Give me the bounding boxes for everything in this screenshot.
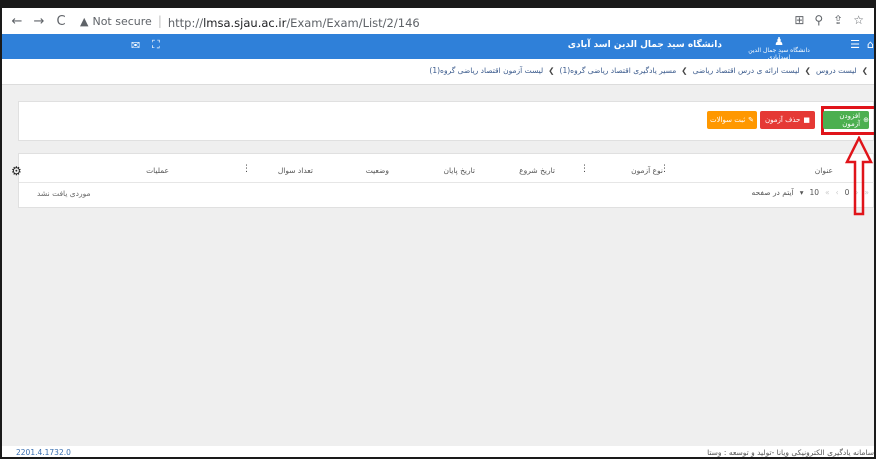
delete-exam-button[interactable]: ■ حذف آزمون: [760, 111, 815, 129]
breadcrumb-item-current[interactable]: لیست آزمون اقتصاد ریاضی گروه(1): [429, 66, 543, 78]
breadcrumb-item[interactable]: مسیر یادگیری اقتصاد ریاضی گروه(1): [560, 66, 677, 78]
plus-circle-icon: ⊕: [863, 116, 869, 124]
breadcrumb: ❯ لیست دروس ❯ لیست ارائه ی درس اقتصاد ری…: [429, 66, 870, 78]
screenshot-frame: ← → C ▲ Not secure | http://lmsa.sjau.ac…: [0, 0, 876, 459]
share-icon[interactable]: ⇪: [833, 13, 843, 27]
logo-emblem-icon: ♟: [774, 35, 784, 48]
bookmark-star-icon[interactable]: ☆: [853, 13, 864, 27]
menu-icon[interactable]: ☰: [850, 38, 860, 51]
exam-table: ⚙ عنوان ⋮ نوع آزمون ⋮ تاریخ شروع تاریخ پ…: [11, 153, 874, 208]
url-separator: |: [157, 14, 162, 28]
app-header: ✉ ⛶ دانشگاه سید جمال الدین اسد آبادی ♟ د…: [2, 34, 874, 61]
main-content: ⊕ افزودن آزمون ■ حذف آزمون ✎ ثبت سوالات …: [2, 85, 874, 446]
footer: 2201.4.1732.0 سامانه یادگیری الکترونیکی …: [2, 446, 874, 457]
per-page-label: آیتم در صفحه: [751, 188, 794, 197]
prev-page-icon[interactable]: ‹: [836, 188, 839, 197]
breadcrumb-item[interactable]: لیست دروس: [816, 66, 857, 78]
chevron-left-icon: ❯: [681, 66, 688, 75]
university-name: دانشگاه سید جمال الدین اسد آبادی: [567, 40, 722, 50]
translate-icon[interactable]: ⊞: [794, 13, 804, 27]
column-header-end-date[interactable]: تاریخ پایان: [443, 166, 475, 175]
delete-exam-label: حذف آزمون: [765, 116, 801, 124]
page-size-select[interactable]: 10: [809, 188, 819, 197]
column-header-operations: عملیات: [146, 166, 169, 175]
breadcrumb-item[interactable]: لیست ارائه ی درس اقتصاد ریاضی: [693, 66, 800, 78]
home-icon[interactable]: ⌂: [867, 38, 874, 51]
column-header-question-count[interactable]: تعداد سوال: [278, 166, 313, 175]
footer-credit: سامانه یادگیری الکترونیکی ویانا -تولید و…: [707, 448, 874, 457]
kebab-menu-icon[interactable]: ⋮: [242, 164, 251, 174]
chevron-down-icon[interactable]: ▾: [800, 188, 804, 197]
url-path: /Exam/Exam/List/2/146: [286, 15, 420, 30]
fullscreen-icon[interactable]: ⛶: [152, 38, 160, 52]
gear-icon[interactable]: ⚙: [11, 164, 22, 178]
back-button[interactable]: ←: [10, 14, 24, 29]
add-exam-button[interactable]: ⊕ افزودن آزمون: [823, 111, 869, 129]
zoom-icon[interactable]: ⚲: [814, 13, 823, 27]
browser-toolbar: ← → C ▲ Not secure | http://lmsa.sjau.ac…: [2, 8, 874, 34]
register-questions-label: ثبت سوالات: [709, 116, 746, 124]
mail-icon[interactable]: ✉: [131, 39, 140, 52]
header-row-divider: [19, 182, 874, 183]
browser-actions: ⊞ ⚲ ⇪ ☆: [794, 13, 864, 27]
column-header-title[interactable]: عنوان: [815, 166, 833, 175]
empty-state-text: موردی یافت نشد: [37, 189, 91, 198]
security-indicator[interactable]: ▲ Not secure: [80, 15, 152, 28]
warning-icon: ▲: [80, 14, 89, 28]
column-header-exam-type[interactable]: نوع آزمون: [631, 166, 663, 175]
first-page-icon[interactable]: «: [825, 188, 830, 197]
security-label: Not secure: [92, 14, 152, 28]
add-exam-label: افزودن آزمون: [839, 112, 861, 128]
chevron-left-icon: ❯: [548, 66, 555, 75]
kebab-menu-icon[interactable]: ⋮: [580, 164, 589, 174]
column-header-start-date[interactable]: تاریخ شروع: [519, 166, 555, 175]
logo-text: دانشگاه سید جمال الدین اسدآبادی: [748, 47, 810, 61]
address-bar[interactable]: http://lmsa.sjau.ac.ir/Exam/Exam/List/2/…: [168, 12, 420, 31]
university-logo: ♟ دانشگاه سید جمال الدین اسدآبادی: [744, 35, 814, 61]
forward-button[interactable]: →: [32, 14, 46, 29]
reload-button[interactable]: C: [54, 14, 68, 29]
action-toolbar: ⊕ افزودن آزمون ■ حذف آزمون ✎ ثبت سوالات: [18, 101, 874, 141]
url-host: lmsa.sjau.ac.ir: [203, 15, 287, 30]
url-protocol: http://: [167, 15, 204, 30]
trash-icon: ■: [803, 116, 810, 124]
register-questions-button[interactable]: ✎ ثبت سوالات: [707, 111, 757, 129]
annotation-arrow-icon: [844, 136, 874, 216]
edit-icon: ✎: [748, 116, 755, 124]
chevron-left-icon: ❯: [804, 66, 811, 75]
column-header-status[interactable]: وضعیت: [366, 166, 389, 175]
chevron-left-icon: ❯: [861, 66, 868, 75]
version-number: 2201.4.1732.0: [16, 448, 71, 457]
